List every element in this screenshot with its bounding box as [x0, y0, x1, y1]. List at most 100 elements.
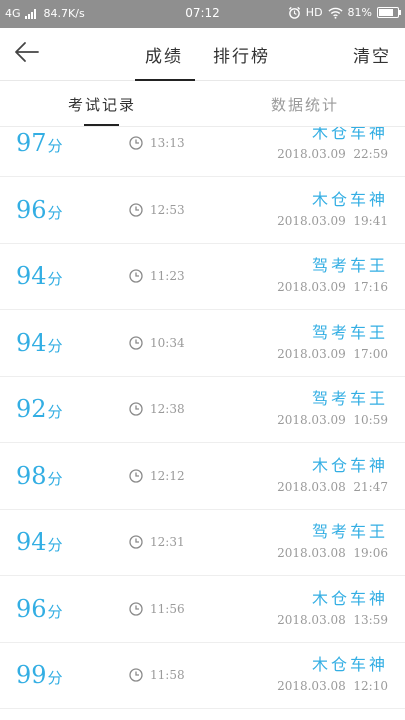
exam-record-row[interactable]: 92分 12:38 驾考车王 2018.03.09 10:59: [0, 376, 405, 443]
exam-datetime: 2018.03.09 17:16: [277, 280, 388, 294]
exam-record-row[interactable]: 96分 11:56 木仓车神 2018.03.08 13:59: [0, 576, 405, 643]
exam-record-row[interactable]: 99分 11:58 木仓车神 2018.03.08 12:10: [0, 642, 405, 709]
score-number: 94: [16, 528, 47, 556]
wifi-icon: [327, 7, 343, 19]
duration: 11:58: [129, 668, 185, 682]
exam-datetime: 2018.03.08 21:47: [277, 479, 388, 494]
score-unit: 分: [47, 336, 63, 355]
hd-indicator: HD: [305, 6, 323, 19]
rank-title: 木仓车神: [311, 189, 388, 209]
exam-record-row[interactable]: 96分 12:53 木仓车神 2018.03.09 19:41: [0, 177, 405, 244]
tab-exam-records[interactable]: 考试记录: [68, 94, 136, 115]
score-unit: 分: [47, 469, 63, 488]
score-value: 96分: [16, 196, 63, 224]
duration-value: 12:38: [150, 402, 185, 416]
sub-tab-indicator: [84, 124, 119, 126]
duration-value: 12:53: [150, 202, 185, 217]
rank-title: 木仓车神: [311, 588, 388, 608]
exam-record-list[interactable]: 97分 13:13 木仓车神 2018.03.09 22:59 96分 12:53 木仓车神…: [0, 127, 405, 720]
duration: 12:31: [129, 535, 185, 549]
exam-datetime: 2018.03.09 22:59: [277, 147, 388, 161]
score-unit: 分: [47, 137, 63, 155]
duration-value: 12:31: [150, 535, 185, 549]
sub-tabs: 考试记录 数据统计: [0, 81, 405, 127]
exam-datetime: 2018.03.08 19:06: [277, 546, 388, 560]
score-number: 96: [16, 594, 47, 623]
clock-icon: [129, 402, 143, 416]
status-bar: 4G 84.7K/s 07:12 HD 81%: [0, 0, 405, 28]
duration-value: 11:56: [150, 601, 185, 616]
score-value: 94分: [16, 329, 63, 357]
score-unit: 分: [47, 403, 63, 421]
score-unit: 分: [47, 536, 63, 554]
score-number: 97: [16, 129, 47, 157]
clock-icon: [129, 535, 143, 549]
score-value: 97分: [16, 129, 63, 157]
score-number: 94: [16, 328, 47, 357]
score-value: 92分: [16, 395, 63, 423]
rank-title: 驾考车王: [311, 389, 388, 408]
exam-datetime: 2018.03.09 17:00: [277, 346, 388, 361]
exam-record-row[interactable]: 94分 10:34 驾考车王 2018.03.09 17:00: [0, 310, 405, 377]
score-unit: 分: [47, 203, 63, 222]
exam-datetime: 2018.03.09 19:41: [277, 213, 388, 228]
rank-title: 木仓车神: [311, 127, 388, 142]
duration: 12:12: [129, 469, 185, 483]
tab-statistics[interactable]: 数据统计: [271, 94, 339, 115]
exam-record-row[interactable]: 97分 13:13 木仓车神 2018.03.09 22:59: [0, 127, 405, 177]
duration: 11:23: [129, 269, 185, 283]
duration: 12:53: [129, 203, 185, 217]
score-number: 96: [16, 195, 47, 224]
rank-title: 木仓车神: [311, 455, 388, 475]
score-value: 99分: [16, 661, 63, 689]
top-nav: 成绩 排行榜 清空: [0, 28, 405, 81]
exam-datetime: 2018.03.09 10:59: [277, 413, 388, 427]
clear-button[interactable]: 清空: [353, 42, 391, 67]
rank-title: 驾考车王: [311, 322, 388, 342]
clock-icon: [129, 601, 143, 616]
status-right: HD 81%: [288, 6, 401, 19]
rank-title: 驾考车王: [311, 522, 388, 541]
clock-icon: [129, 468, 143, 483]
score-value: 94分: [16, 528, 63, 556]
arrow-left-icon: [15, 42, 39, 62]
battery-icon: [377, 7, 401, 18]
battery-fill: [379, 9, 393, 16]
rank-title: 木仓车神: [311, 655, 388, 674]
score-number: 94: [16, 262, 47, 290]
alarm-icon: [288, 6, 300, 19]
exam-datetime: 2018.03.08 13:59: [277, 612, 388, 627]
tab-score[interactable]: 成绩: [135, 42, 195, 81]
duration-value: 11:58: [150, 668, 185, 682]
duration: 10:34: [129, 336, 185, 350]
duration: 13:13: [129, 136, 185, 150]
exam-record-row[interactable]: 94分 11:23 驾考车王 2018.03.09 17:16: [0, 243, 405, 310]
exam-record-row[interactable]: 98分 12:12 木仓车神 2018.03.08 21:47: [0, 443, 405, 510]
score-number: 98: [16, 461, 47, 490]
score-unit: 分: [47, 669, 63, 687]
duration: 12:38: [129, 402, 185, 416]
score-value: 94分: [16, 262, 63, 290]
score-unit: 分: [47, 602, 63, 621]
score-number: 92: [16, 395, 47, 423]
tab-ranking[interactable]: 排行榜: [213, 42, 270, 67]
score-number: 99: [16, 661, 47, 689]
score-value: 98分: [16, 462, 63, 490]
clock-icon: [129, 668, 143, 682]
clock-icon: [129, 335, 143, 350]
score-unit: 分: [47, 270, 63, 288]
duration: 11:56: [129, 602, 185, 616]
battery-percent: 81%: [347, 6, 372, 19]
duration-value: 10:34: [150, 335, 185, 350]
clock-icon: [129, 202, 143, 217]
duration-value: 13:13: [150, 136, 185, 150]
exam-record-row[interactable]: 94分 12:31 驾考车王 2018.03.08 19:06: [0, 509, 405, 576]
score-value: 96分: [16, 595, 63, 623]
exam-datetime: 2018.03.08 12:10: [277, 679, 388, 693]
rank-title: 驾考车王: [311, 256, 388, 275]
duration-value: 11:23: [150, 269, 185, 283]
back-button[interactable]: [14, 40, 54, 68]
duration-value: 12:12: [150, 468, 185, 483]
clock-icon: [129, 136, 143, 150]
clock-icon: [129, 269, 143, 283]
